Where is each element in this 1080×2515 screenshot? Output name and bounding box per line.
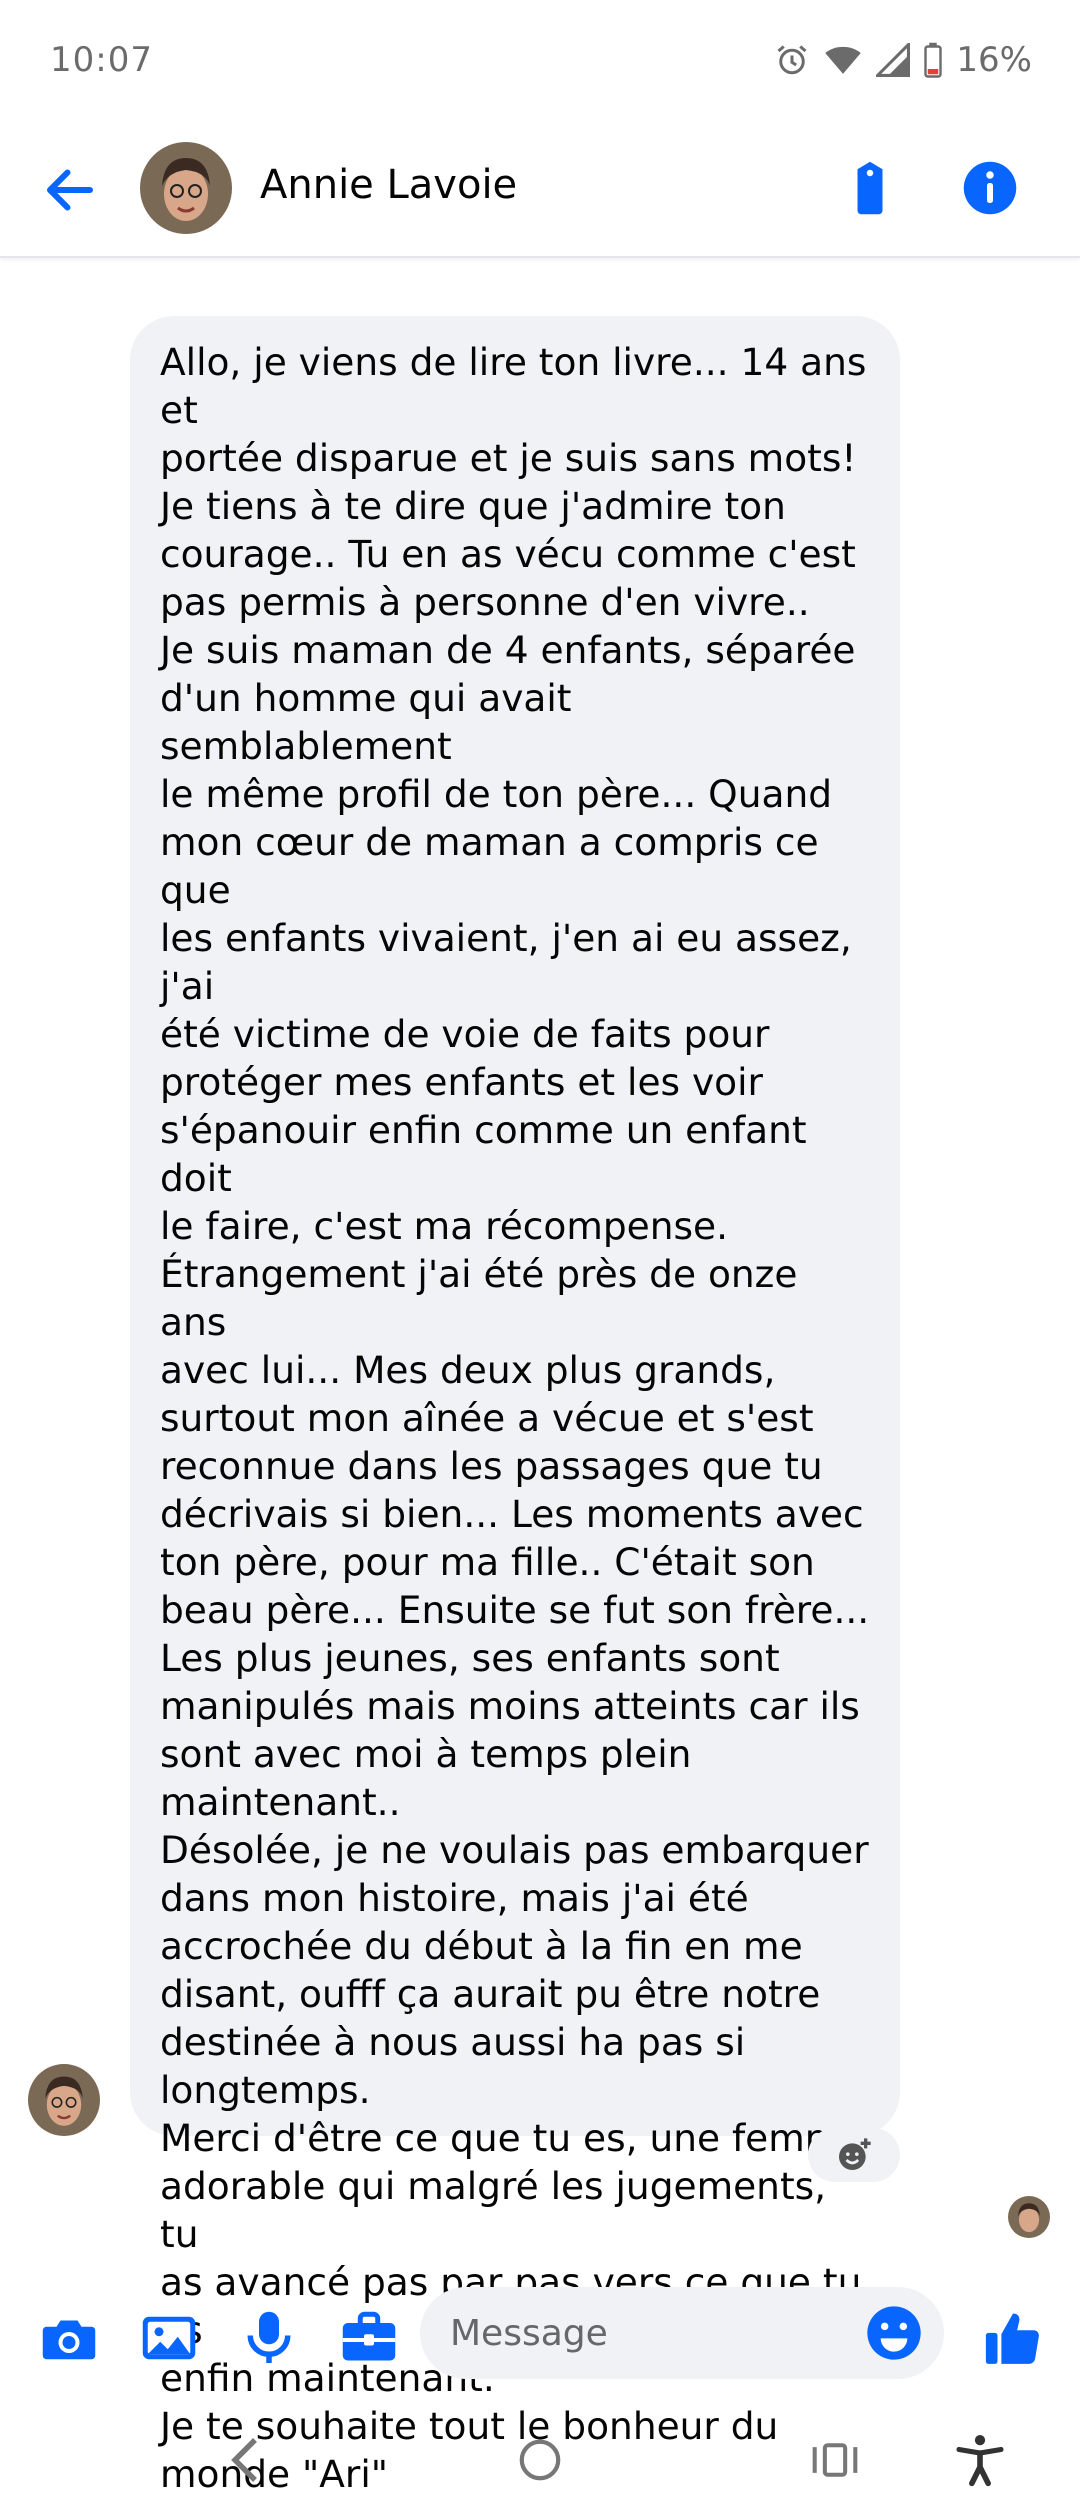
back-button[interactable] xyxy=(40,160,100,220)
emoji-button[interactable] xyxy=(862,2301,926,2365)
battery-icon xyxy=(924,42,943,78)
message-bubble[interactable]: Allo, je viens de lire ton livre... 14 a… xyxy=(130,316,900,2496)
microphone-icon xyxy=(247,2311,291,2363)
message-thread[interactable]: Allo, je viens de lire ton livre... 14 a… xyxy=(0,258,1080,2496)
status-time: 10:07 xyxy=(50,40,153,80)
status-bar: 10:07 16% xyxy=(0,0,1080,120)
voice-button[interactable] xyxy=(236,2305,302,2371)
seen-indicator-avatar xyxy=(1008,2196,1050,2238)
nav-home-button[interactable] xyxy=(505,2425,575,2495)
tag-icon xyxy=(857,161,883,215)
message-input[interactable] xyxy=(450,2287,850,2379)
camera-button[interactable] xyxy=(36,2305,102,2371)
message-field[interactable] xyxy=(420,2287,944,2379)
like-button[interactable] xyxy=(980,2305,1046,2371)
info-icon xyxy=(963,161,1017,215)
back-nav-icon xyxy=(231,2438,257,2482)
system-nav-bar xyxy=(0,2400,1080,2515)
gallery-button[interactable] xyxy=(136,2305,202,2371)
contact-name[interactable]: Annie Lavoie xyxy=(260,162,517,208)
sender-avatar[interactable] xyxy=(28,2064,100,2136)
camera-icon xyxy=(42,2320,96,2360)
battery-level: 16% xyxy=(956,40,1032,80)
accessibility-icon xyxy=(956,2435,1004,2487)
thumbs-up-icon xyxy=(985,2313,1039,2364)
add-reaction-icon xyxy=(839,2138,871,2170)
status-icons: 16% xyxy=(774,40,1032,80)
info-button[interactable] xyxy=(960,158,1020,218)
message-composer xyxy=(0,2283,1080,2393)
arrow-left-icon xyxy=(47,169,93,211)
avatar[interactable] xyxy=(140,142,232,234)
home-nav-icon xyxy=(519,2439,561,2481)
wifi-icon xyxy=(824,43,862,77)
apps-button[interactable] xyxy=(336,2305,402,2371)
nav-recents-button[interactable] xyxy=(800,2425,870,2495)
nav-back-button[interactable] xyxy=(210,2425,280,2495)
message-text: Allo, je viens de lire ton livre... 14 a… xyxy=(160,340,870,2496)
recents-nav-icon xyxy=(812,2443,858,2477)
conversation-header: Annie Lavoie xyxy=(0,120,1080,258)
accessibility-button[interactable] xyxy=(945,2425,1015,2495)
emoji-icon xyxy=(867,2306,921,2360)
tag-button[interactable] xyxy=(840,158,900,218)
alarm-icon xyxy=(774,42,810,78)
add-reaction-button[interactable] xyxy=(808,2128,900,2182)
signal-icon xyxy=(876,43,911,77)
image-icon xyxy=(142,2316,196,2360)
briefcase-icon xyxy=(342,2311,396,2361)
